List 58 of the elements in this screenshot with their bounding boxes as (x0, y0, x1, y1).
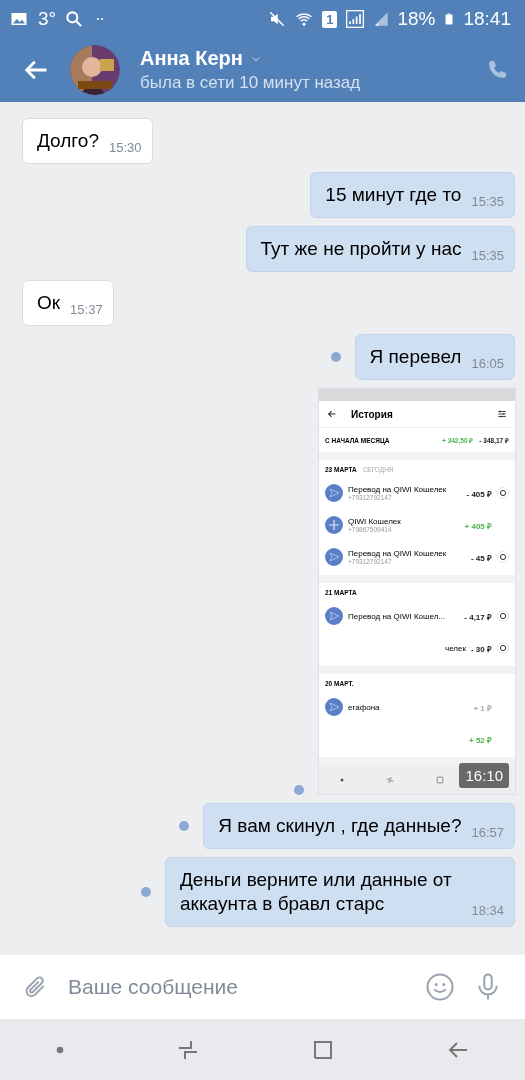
message-text: Долго? (37, 129, 99, 153)
message-time: 15:30 (108, 140, 142, 155)
search-icon (64, 9, 85, 29)
screen-title: История (351, 408, 394, 420)
home-icon (435, 775, 445, 785)
message-text: Тут же не пройти у нас (260, 237, 462, 261)
battery-percent: 18% (397, 8, 436, 30)
transaction-name: Перевод на QIWI Кошелек (348, 485, 448, 494)
transaction-name: челек (444, 643, 466, 653)
transaction-amount: - 405 ₽ (466, 488, 492, 499)
message-text: Ок (37, 291, 61, 315)
message-time: 16:10 (459, 763, 509, 788)
message-composer[interactable]: Ваше сообщение (0, 955, 525, 1019)
transaction-amount: - 30 ₽ (471, 643, 492, 654)
message-text: 15 минут где то (325, 183, 462, 207)
message-time: 18:34 (471, 903, 504, 918)
send-icon (325, 484, 343, 502)
transaction-name: Перевод на QIWI Кошелек (348, 549, 448, 558)
clock: 18:41 (463, 8, 511, 30)
transaction-name: QIWI Кошелек (348, 517, 402, 526)
message-text: Деньги верните или данные от аккаунта в бравл старс (180, 868, 453, 916)
send-icon (325, 607, 343, 625)
wifi-icon (294, 10, 315, 28)
plus-icon (325, 516, 343, 534)
repeat-icon[interactable] (497, 551, 509, 563)
dot-icon (339, 777, 345, 783)
repeat-icon[interactable] (497, 610, 509, 622)
signal-icon (345, 9, 366, 29)
send-icon (325, 548, 343, 566)
transaction-name: Перевод на QIWI Кошел... (348, 611, 446, 621)
transaction-amount: + 1 ₽ (473, 702, 492, 713)
message-text: Я перевел (369, 345, 462, 369)
dot-icon[interactable] (55, 1044, 66, 1055)
repeat-icon[interactable] (497, 642, 509, 654)
smiley-icon[interactable] (425, 972, 455, 1002)
message-time: 15:37 (70, 302, 103, 317)
sim-label: 1 (322, 10, 338, 28)
repeat-icon[interactable] (497, 487, 509, 499)
back-arrow-icon (327, 409, 337, 419)
message-time: 15:35 (471, 194, 504, 209)
mute-icon (268, 10, 287, 28)
filter-icon (497, 409, 507, 419)
contact-name[interactable]: Анна Керн (140, 47, 243, 70)
transaction-name: егафона (348, 702, 381, 712)
message-text: Я вам скинул , где данные? (218, 814, 462, 838)
transaction-amount: + 405 ₽ (464, 520, 492, 531)
signal-icon (373, 10, 390, 28)
transaction-amount: + 52 ₽ (469, 734, 492, 745)
transaction-amount: - 45 ₽ (471, 552, 492, 563)
transaction-amount: - 4,17 ₽ (464, 611, 492, 622)
screenshot-image[interactable] (318, 388, 516, 795)
message-time: 16:57 (471, 825, 504, 840)
temperature: 3° (38, 8, 57, 30)
message-time: 16:05 (471, 356, 504, 371)
message-time: 15:35 (471, 248, 504, 263)
send-icon (325, 698, 343, 716)
last-seen-status: была в сети 10 минут назад (140, 73, 362, 93)
recent-apps-icon (385, 775, 395, 785)
